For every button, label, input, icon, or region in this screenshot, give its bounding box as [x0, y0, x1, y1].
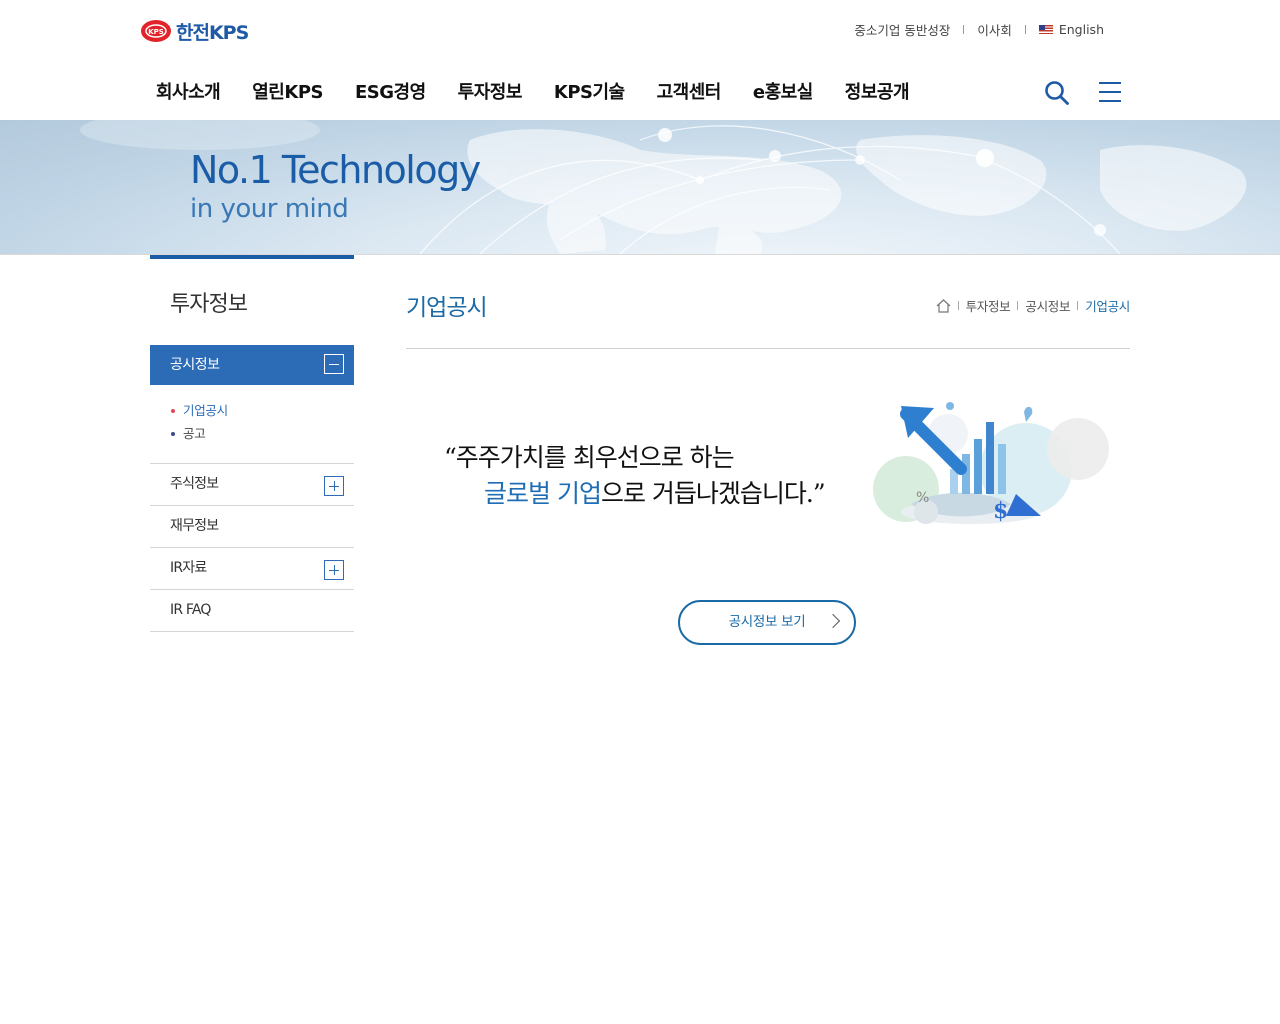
hero-title: No.1 Technology — [190, 148, 481, 192]
breadcrumb-item-current[interactable]: 기업공시 — [1085, 296, 1130, 315]
breadcrumb: 투자정보 공시정보 기업공시 — [936, 296, 1130, 315]
breadcrumb-item-investment[interactable]: 투자정보 — [966, 296, 1011, 315]
breadcrumb-item-disclosure[interactable]: 공시정보 — [1025, 296, 1070, 315]
search-button[interactable] — [1044, 80, 1070, 106]
side-nav-item-label: 재무정보 — [170, 518, 219, 534]
kps-logo-icon: KPS — [141, 20, 171, 42]
side-nav-item-label: IR자료 — [170, 560, 207, 576]
svg-text:$: $ — [993, 498, 1008, 524]
side-nav-item-finance[interactable]: 재무정보 — [150, 505, 354, 547]
nav-item-info-disclosure[interactable]: 정보공개 — [845, 78, 910, 104]
side-nav: 투자정보 공시정보 기업공시 공고 주식정보 재무정보 IR자료 IR FAQ — [150, 255, 354, 632]
title-divider — [406, 348, 1130, 349]
home-icon[interactable] — [936, 298, 951, 313]
view-disclosure-button-label: 공시정보 보기 — [728, 614, 806, 630]
divider — [1024, 25, 1026, 34]
utility-links: 중소기업 동반성장 이사회 English — [854, 20, 1104, 39]
side-nav-item-stock[interactable]: 주식정보 — [150, 463, 354, 505]
nav-item-esg[interactable]: ESG경영 — [355, 78, 426, 104]
site-header: KPS 한전KPS 중소기업 동반성장 이사회 English 회사소개 열린K… — [0, 0, 1280, 120]
side-nav-sub-list: 기업공시 공고 — [150, 385, 354, 463]
divider — [957, 301, 959, 310]
side-nav-item-ir-faq[interactable]: IR FAQ — [150, 589, 354, 632]
us-flag-icon — [1038, 25, 1053, 34]
hero-banner: No.1 Technology in your mind — [0, 120, 1280, 255]
search-icon — [1045, 81, 1069, 105]
nav-item-pr[interactable]: e홍보실 — [753, 78, 813, 104]
slogan-line-1: “주주가치를 최우선으로 하는 — [444, 443, 735, 472]
menu-icon[interactable] — [1099, 82, 1121, 104]
hero-subtitle: in your mind — [190, 194, 349, 224]
side-nav-item-label: 공시정보 — [170, 357, 220, 373]
page-title: 기업공시 — [406, 295, 488, 321]
side-nav-item-label: 주식정보 — [170, 476, 219, 492]
divider — [1017, 301, 1019, 310]
logo[interactable]: KPS 한전KPS — [140, 18, 249, 44]
nav-item-company[interactable]: 회사소개 — [156, 78, 221, 104]
side-nav-item-disclosure[interactable]: 공시정보 — [150, 345, 354, 385]
util-link-partnership[interactable]: 중소기업 동반성장 — [854, 20, 950, 39]
side-nav-sub-item-corporate-disclosure[interactable]: 기업공시 — [170, 399, 354, 422]
slogan-line-2: 글로벌 기업으로 거듭나겠습니다.” — [444, 476, 826, 512]
side-nav-title: 투자정보 — [170, 292, 248, 317]
nav-item-open-kps[interactable]: 열린KPS — [252, 78, 323, 104]
nav-item-technology[interactable]: KPS기술 — [554, 78, 625, 104]
side-nav-sub-item-notice[interactable]: 공고 — [170, 422, 354, 445]
util-link-english[interactable]: English — [1059, 22, 1104, 37]
util-link-board[interactable]: 이사회 — [977, 20, 1012, 39]
nav-item-investment[interactable]: 투자정보 — [458, 78, 523, 104]
divider — [963, 25, 965, 34]
growth-chart-illustration: % $ — [873, 402, 1109, 524]
nav-item-customer-center[interactable]: 고객센터 — [657, 78, 722, 104]
slogan: “주주가치를 최우선으로 하는 글로벌 기업으로 거듭나겠습니다.” — [444, 440, 826, 512]
chevron-right-icon — [825, 613, 841, 629]
view-disclosure-button[interactable]: 공시정보 보기 — [678, 600, 856, 645]
plus-icon[interactable] — [324, 560, 344, 580]
side-nav-item-label: IR FAQ — [170, 602, 211, 618]
plus-icon[interactable] — [324, 476, 344, 496]
minus-icon[interactable] — [324, 354, 344, 374]
logo-text: 한전KPS — [176, 21, 249, 44]
svg-text:%: % — [916, 490, 929, 506]
slogan-highlight: 글로벌 기업 — [484, 479, 602, 508]
side-nav-item-ir-materials[interactable]: IR자료 — [150, 547, 354, 589]
slogan-line-2-rest: 으로 거듭나겠습니다.” — [600, 479, 826, 508]
divider — [1077, 301, 1079, 310]
main-nav: 회사소개 열린KPS ESG경영 투자정보 KPS기술 고객센터 e홍보실 정보… — [156, 78, 941, 104]
svg-text:KPS: KPS — [148, 28, 164, 36]
